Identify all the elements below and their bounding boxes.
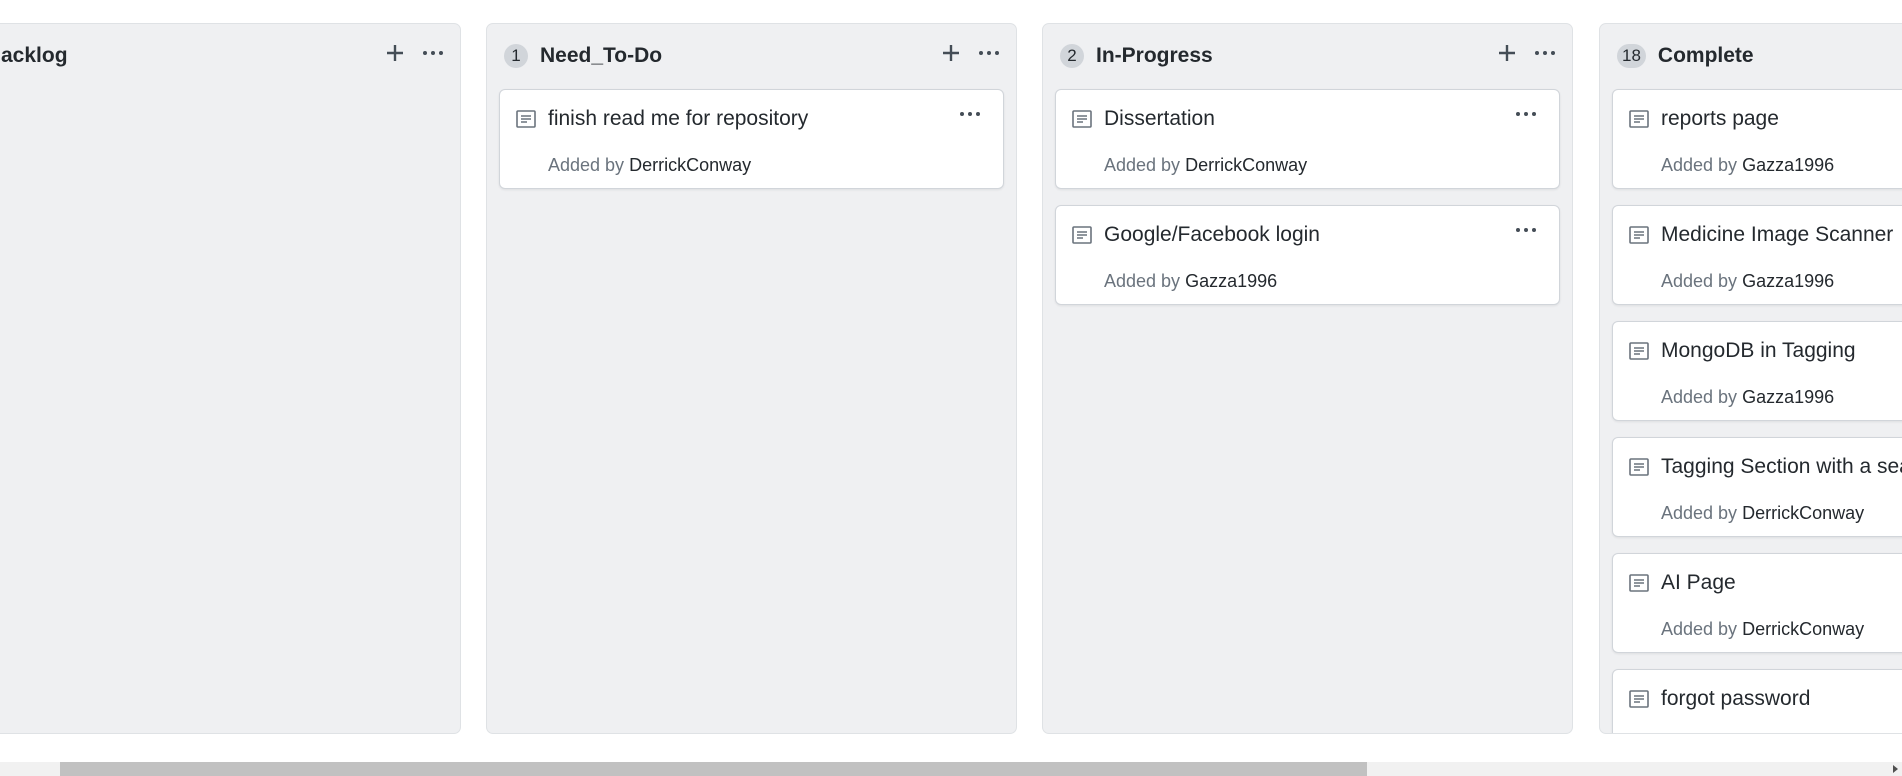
card-count-badge: 2 <box>1060 44 1084 68</box>
note-icon <box>1629 342 1649 360</box>
card-meta: Added by DerrickConway <box>1661 503 1864 524</box>
column-in-progress: 2 In-Progress Dissertation Added by Derr… <box>1042 23 1573 734</box>
column-backlog: acklog <box>0 23 461 734</box>
note-icon <box>1072 226 1092 244</box>
card-author[interactable]: Gazza1996 <box>1185 271 1277 291</box>
card-count-badge: 1 <box>504 44 528 68</box>
note-icon <box>1629 690 1649 708</box>
card-title: Tagging Section with a sea <box>1661 455 1902 478</box>
card-title: AI Page <box>1661 571 1736 594</box>
kebab-horizontal-icon <box>1535 51 1555 55</box>
kebab-horizontal-icon <box>960 112 980 116</box>
card-meta: Added by DerrickConway <box>1661 619 1864 640</box>
card-meta: Added by Gazza1996 <box>1661 387 1834 408</box>
note-icon <box>1072 110 1092 128</box>
card-menu-button[interactable] <box>957 104 983 124</box>
column-actions <box>1494 40 1558 66</box>
card-menu-button[interactable] <box>1513 220 1539 240</box>
note-card[interactable]: reports page Added by Gazza1996 <box>1612 89 1902 189</box>
card-author[interactable]: Gazza1996 <box>1742 387 1834 407</box>
project-board: acklog 1 Need_To-Do finish read me for r… <box>0 0 1902 776</box>
column-menu-button[interactable] <box>1532 40 1558 66</box>
column-menu-button[interactable] <box>420 40 446 66</box>
added-by-label: Added by <box>1661 503 1738 523</box>
note-card[interactable]: finish read me for repository Added by D… <box>499 89 1004 189</box>
card-title: forgot password <box>1661 687 1811 710</box>
note-card[interactable]: MongoDB in Tagging Added by Gazza1996 <box>1612 321 1902 421</box>
note-icon <box>1629 110 1649 128</box>
column-header: acklog <box>0 24 460 88</box>
card-meta: Added by Gazza1996 <box>1661 271 1834 292</box>
note-icon <box>1629 226 1649 244</box>
added-by-label: Added by <box>1661 155 1738 175</box>
added-by-label: Added by <box>1661 619 1738 639</box>
column-title: Complete <box>1657 44 1754 67</box>
note-card[interactable]: Medicine Image Scanner Added by Gazza199… <box>1612 205 1902 305</box>
column-complete: 18 Complete reports page Added by Gazza1… <box>1599 23 1902 734</box>
column-actions <box>938 40 1002 66</box>
added-by-label: Added by <box>1661 271 1738 291</box>
note-card[interactable]: Google/Facebook login Added by Gazza1996 <box>1055 205 1560 305</box>
kebab-horizontal-icon <box>979 51 999 55</box>
note-icon <box>1629 574 1649 592</box>
plus-icon <box>387 45 403 61</box>
card-title: Google/Facebook login <box>1104 223 1320 246</box>
note-card[interactable]: AI Page Added by DerrickConway <box>1612 553 1902 653</box>
card-meta: Added by DerrickConway <box>1104 155 1307 176</box>
plus-icon <box>1499 45 1515 61</box>
added-by-label: Added by <box>1661 387 1738 407</box>
scroll-right-arrow-icon[interactable] <box>1893 765 1898 773</box>
scrollbar-thumb[interactable] <box>60 762 1367 776</box>
note-card[interactable]: forgot password <box>1612 669 1902 733</box>
card-author[interactable]: DerrickConway <box>1742 619 1864 639</box>
kebab-horizontal-icon <box>1516 228 1536 232</box>
add-card-button[interactable] <box>1494 40 1520 66</box>
card-author[interactable]: DerrickConway <box>629 155 751 175</box>
column-title: In-Progress <box>1096 44 1213 67</box>
column-menu-button[interactable] <box>976 40 1002 66</box>
card-title: Dissertation <box>1104 107 1215 130</box>
column-title: acklog <box>1 44 68 67</box>
column-header: 18 Complete <box>1600 24 1902 88</box>
note-card[interactable]: Tagging Section with a sea Added by Derr… <box>1612 437 1902 537</box>
card-title: reports page <box>1661 107 1779 130</box>
card-author[interactable]: Gazza1996 <box>1742 155 1834 175</box>
note-icon <box>516 110 536 128</box>
card-meta: Added by DerrickConway <box>548 155 751 176</box>
card-title: MongoDB in Tagging <box>1661 339 1856 362</box>
column-actions <box>382 40 446 66</box>
column-title: Need_To-Do <box>540 44 663 67</box>
added-by-label: Added by <box>1104 155 1181 175</box>
card-meta: Added by Gazza1996 <box>1104 271 1277 292</box>
add-card-button[interactable] <box>382 40 408 66</box>
card-author[interactable]: DerrickConway <box>1185 155 1307 175</box>
add-card-button[interactable] <box>938 40 964 66</box>
added-by-label: Added by <box>548 155 625 175</box>
card-count-badge: 18 <box>1617 44 1646 68</box>
card-meta: Added by Gazza1996 <box>1661 155 1834 176</box>
column-header: 2 In-Progress <box>1043 24 1572 88</box>
plus-icon <box>943 45 959 61</box>
card-author[interactable]: DerrickConway <box>1742 503 1864 523</box>
card-author[interactable]: Gazza1996 <box>1742 271 1834 291</box>
column-header: 1 Need_To-Do <box>487 24 1016 88</box>
horizontal-scrollbar[interactable] <box>0 762 1902 776</box>
added-by-label: Added by <box>1104 271 1181 291</box>
card-title: Medicine Image Scanner <box>1661 223 1894 246</box>
kebab-horizontal-icon <box>1516 112 1536 116</box>
column-need-to-do: 1 Need_To-Do finish read me for reposito… <box>486 23 1017 734</box>
note-icon <box>1629 458 1649 476</box>
card-menu-button[interactable] <box>1513 104 1539 124</box>
note-card[interactable]: Dissertation Added by DerrickConway <box>1055 89 1560 189</box>
card-title: finish read me for repository <box>548 107 809 130</box>
kebab-horizontal-icon <box>423 51 443 55</box>
